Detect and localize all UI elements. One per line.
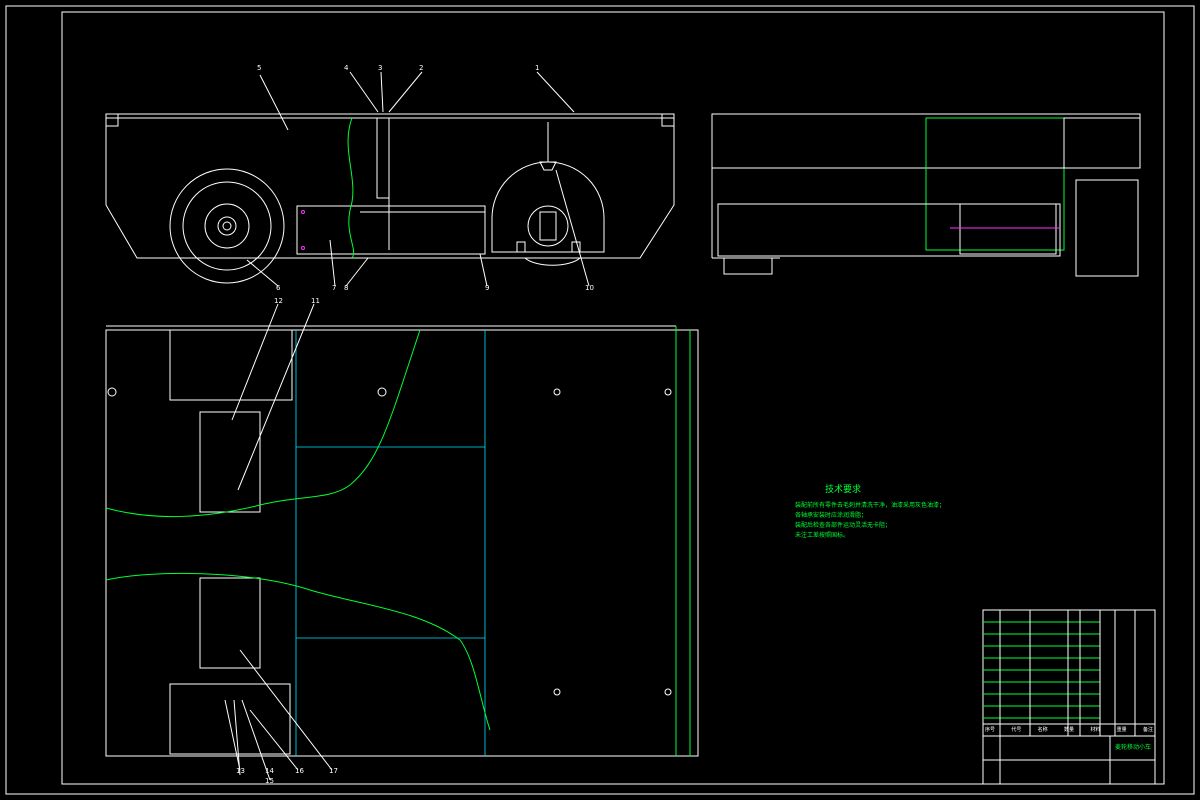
callout-2: 2 bbox=[419, 64, 424, 72]
callout-14: 14 bbox=[265, 767, 274, 775]
callout-13: 13 bbox=[236, 767, 245, 775]
header-weight: 重量 bbox=[1116, 727, 1127, 733]
callout-5: 5 bbox=[257, 64, 262, 72]
title-block bbox=[982, 609, 1156, 785]
callout-6: 6 bbox=[276, 284, 281, 292]
callout-15: 15 bbox=[265, 777, 274, 785]
title-block-stamp: 麦轮移动小车 bbox=[1115, 744, 1152, 751]
callout-11: 11 bbox=[311, 297, 320, 305]
callout-7: 7 bbox=[332, 284, 337, 292]
callout-1: 1 bbox=[535, 64, 540, 72]
header-name: 名称 bbox=[1037, 727, 1048, 733]
callout-4: 4 bbox=[344, 64, 349, 72]
callout-10: 10 bbox=[585, 284, 594, 292]
front-view bbox=[105, 71, 675, 287]
tech-req-line: 装配后检查各部件运动灵活无卡阻； bbox=[795, 522, 892, 529]
callout-9: 9 bbox=[485, 284, 490, 292]
callout-12: 12 bbox=[274, 297, 283, 305]
header-qty: 数量 bbox=[1063, 727, 1074, 733]
cad-drawing bbox=[5, 5, 1195, 795]
tech-req-line: 装配前所有零件去毛刺并清洗干净，油漆采用灰色油漆； bbox=[795, 502, 946, 509]
tech-req-title: 技术要求 bbox=[825, 485, 862, 495]
title-block-header: 序号 代号 名称 数量 材料 重量 备注 bbox=[985, 726, 1153, 733]
header-code: 代号 bbox=[1011, 727, 1022, 733]
header-remark: 备注 bbox=[1142, 727, 1153, 733]
tech-req-line: 各轴承安装时应涂润滑脂； bbox=[795, 512, 868, 519]
header-index: 序号 bbox=[985, 727, 996, 733]
side-view bbox=[711, 113, 1141, 277]
header-material: 材料 bbox=[1090, 727, 1101, 733]
callout-8: 8 bbox=[344, 284, 349, 292]
tech-req-line: 未注工差按照国标。 bbox=[795, 532, 850, 539]
callout-3: 3 bbox=[378, 64, 383, 72]
callout-16: 16 bbox=[295, 767, 304, 775]
technical-requirements: 技术要求 装配前所有零件去毛刺并清洗干净，油漆采用灰色油漆； 各轴承安装时应涂润… bbox=[795, 482, 985, 541]
callout-17: 17 bbox=[329, 767, 338, 775]
top-view bbox=[105, 303, 699, 781]
